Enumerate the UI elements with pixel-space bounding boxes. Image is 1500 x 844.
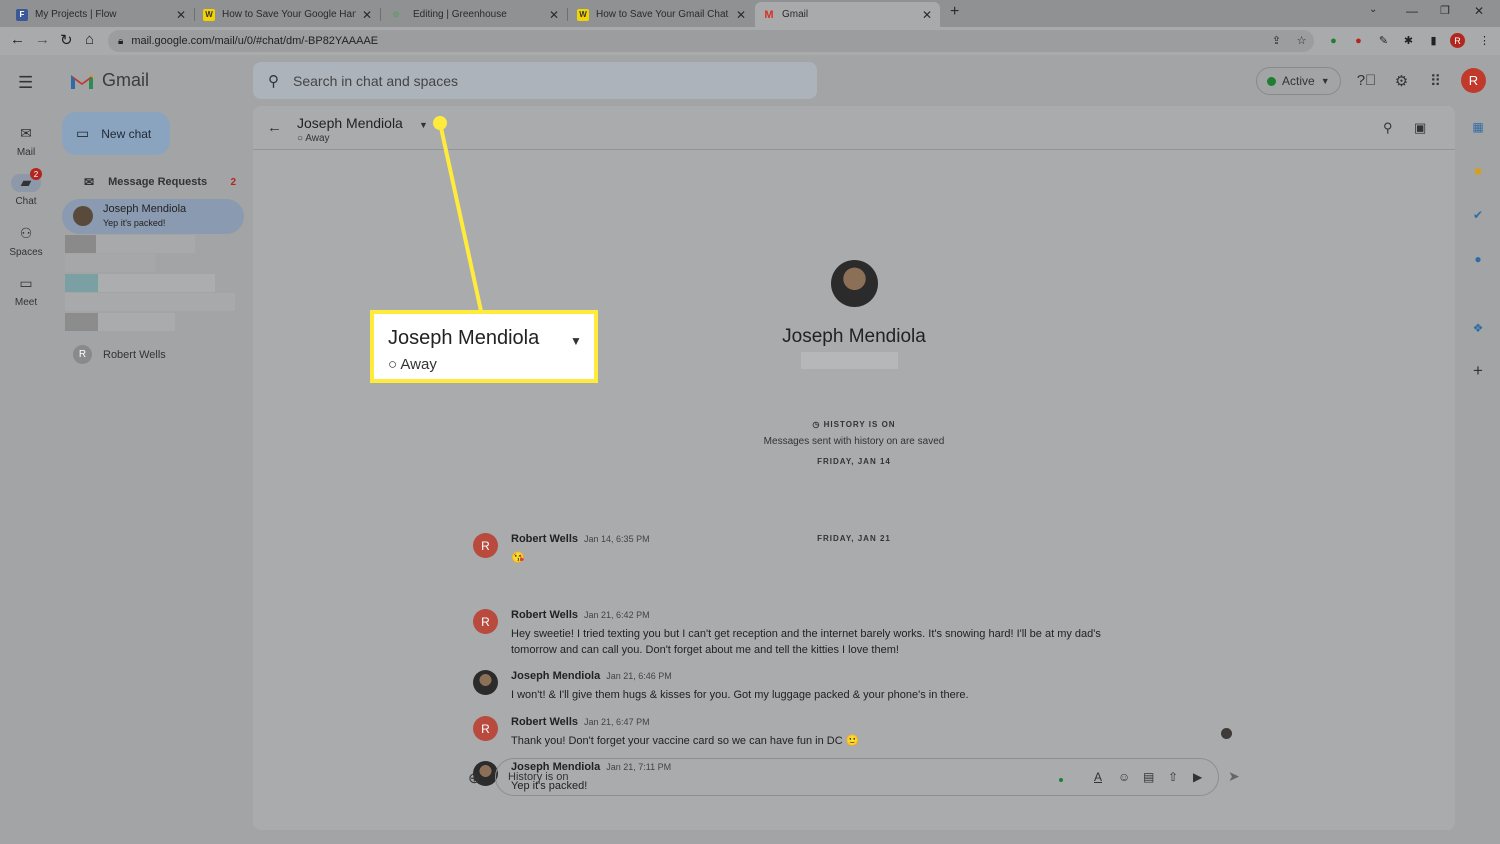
chevron-down-icon: ▼ [570, 334, 582, 348]
callout-connector [433, 116, 483, 312]
callout-line [438, 122, 483, 312]
callout-status: ○ Away [388, 356, 437, 373]
callout-status-text: Away [400, 356, 437, 373]
callout-dot [433, 116, 447, 130]
callout-name: Joseph Mendiola [388, 327, 540, 349]
zoom-callout: Joseph Mendiola ▼ ○ Away [370, 310, 598, 383]
